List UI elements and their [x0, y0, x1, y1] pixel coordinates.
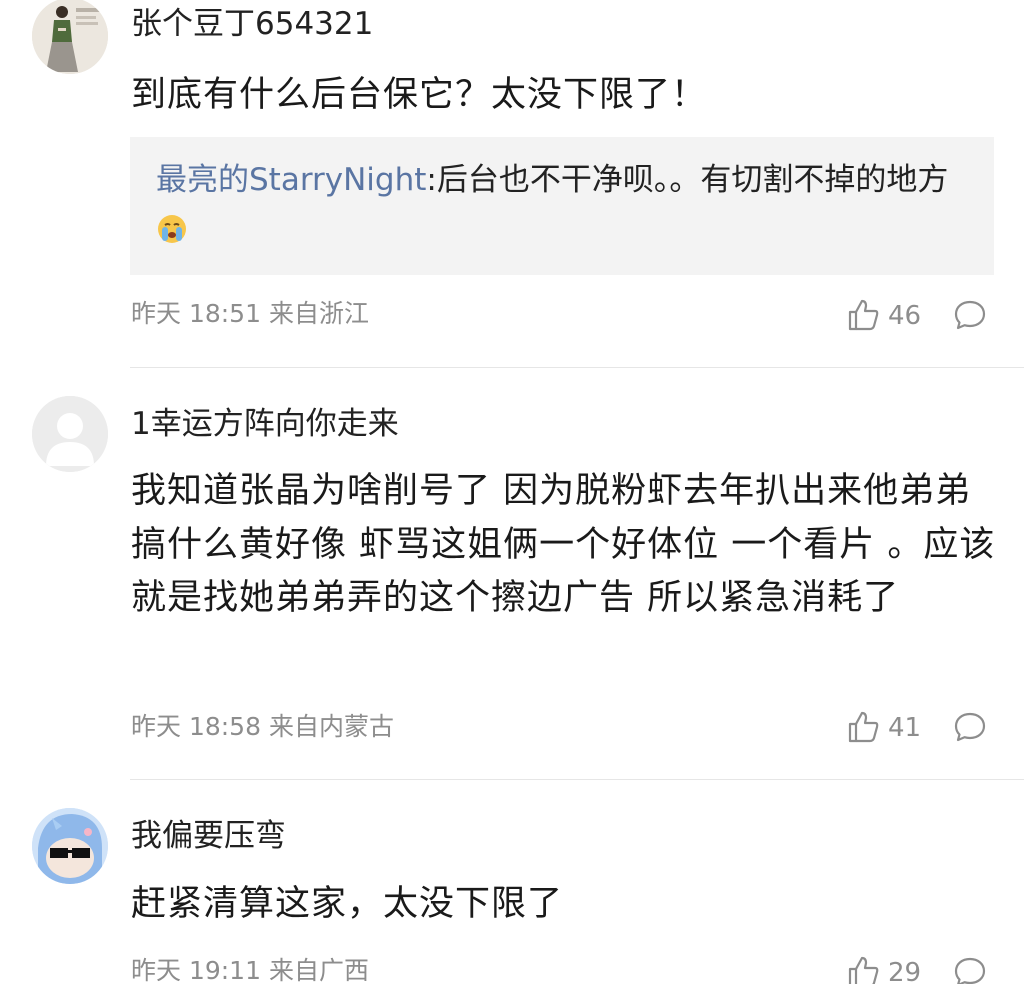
comment-time: 昨天 18:51: [131, 299, 261, 328]
divider: [130, 779, 1024, 780]
like-count: 41: [888, 713, 922, 743]
username[interactable]: 1幸运方阵向你走来: [131, 404, 399, 444]
divider: [130, 367, 1024, 368]
reply-bubble-icon[interactable]: [952, 709, 988, 745]
comment-location: 来自内蒙古: [268, 712, 394, 741]
comment-actions: 41: [846, 709, 996, 749]
comment-text: 我知道张晶为啥削号了 因为脱粉虾去年扒出来他弟弟搞什么黄好像 虾骂这姐俩一个好体…: [131, 471, 996, 618]
comment-text: 赶紧清算这家，太没下限了: [131, 884, 564, 924]
reply-bubble-icon[interactable]: [952, 297, 988, 333]
thumbs-up-icon[interactable]: [846, 709, 882, 745]
default-avatar-icon: [32, 396, 108, 472]
avatar[interactable]: [32, 0, 108, 74]
thumbs-up-icon[interactable]: [846, 297, 882, 333]
reply-text: :后台也不干净呗。。有切割不掉的地方: [426, 162, 949, 198]
cartoon-sunglasses-avatar-icon: [32, 808, 108, 884]
comment-location: 来自广西: [268, 956, 369, 984]
crying-emoji-icon: [156, 212, 188, 244]
reply-username[interactable]: 最亮的StarryNight: [156, 162, 426, 198]
comment-list: 张个豆丁654321 到底有什么后台保它？太没下限了！ 最亮的StarryNig…: [0, 0, 1024, 984]
username[interactable]: 张个豆丁654321: [131, 4, 373, 44]
comment-meta: 昨天 18:51 来自浙江: [131, 298, 369, 330]
avatar[interactable]: [32, 396, 108, 472]
reply-preview[interactable]: 最亮的StarryNight:后台也不干净呗。。有切割不掉的地方: [130, 137, 994, 275]
comment-meta: 昨天 18:58 来自内蒙古: [131, 711, 394, 743]
comment-actions: 46: [846, 297, 996, 337]
avatar[interactable]: [32, 808, 108, 884]
woman-figure-avatar-icon: [32, 0, 108, 74]
thumbs-up-icon[interactable]: [846, 954, 882, 984]
comment-text: 到底有什么后台保它？太没下限了！: [131, 75, 708, 115]
comment-meta: 昨天 19:11 来自广西: [131, 955, 369, 984]
reply-bubble-icon[interactable]: [952, 954, 988, 984]
comment-time: 昨天 19:11: [131, 956, 261, 984]
like-count: 46: [888, 301, 922, 331]
like-count: 29: [888, 958, 922, 984]
comment-actions: 29: [846, 954, 996, 984]
username[interactable]: 我偏要压弯: [131, 816, 286, 856]
comment-location: 来自浙江: [268, 299, 369, 328]
comment-time: 昨天 18:58: [131, 712, 261, 741]
